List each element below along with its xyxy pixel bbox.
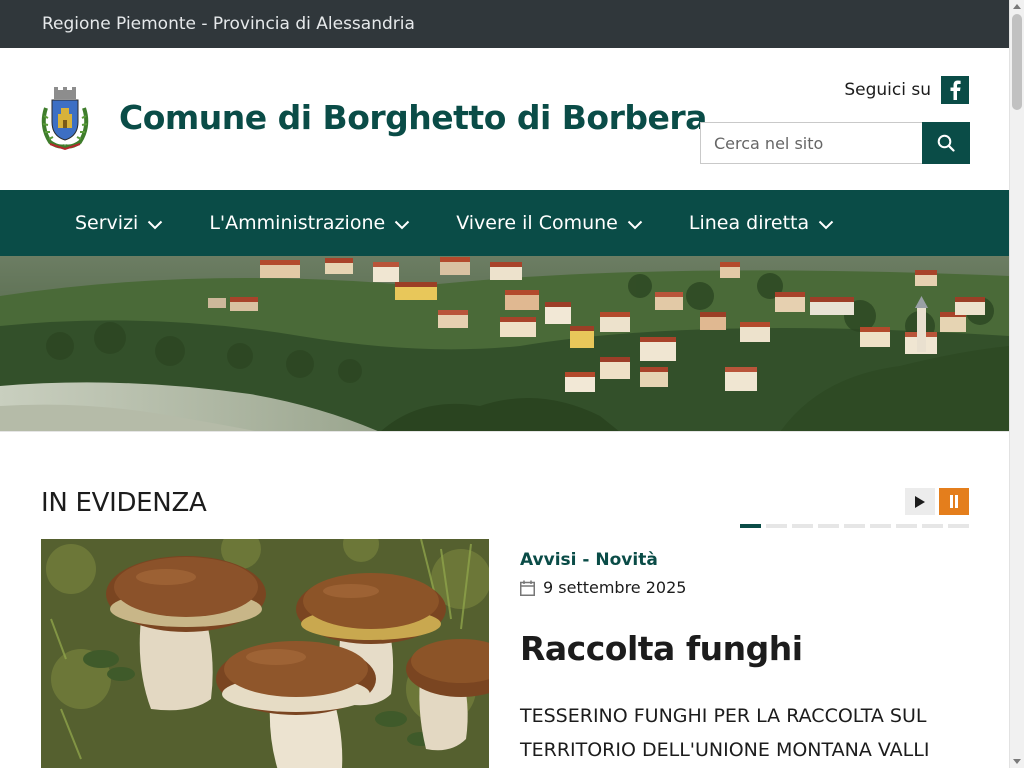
nav-item-label: Linea diretta bbox=[688, 212, 810, 234]
chevron-down-icon bbox=[627, 220, 643, 230]
section-title-highlights: IN EVIDENZA bbox=[41, 488, 207, 518]
carousel-dot[interactable] bbox=[766, 524, 787, 528]
nav-item-label: L'Amministrazione bbox=[209, 212, 386, 234]
facebook-icon bbox=[950, 80, 961, 100]
pause-icon bbox=[950, 495, 958, 508]
news-image[interactable] bbox=[41, 539, 489, 768]
carousel-dot[interactable] bbox=[844, 524, 865, 528]
carousel-pause-button[interactable] bbox=[939, 488, 969, 515]
chevron-down-icon bbox=[818, 220, 834, 230]
news-title-link[interactable]: Raccolta funghi bbox=[520, 629, 803, 668]
scroll-down-arrow-icon[interactable] bbox=[1013, 759, 1021, 764]
social-links: Seguici su bbox=[844, 76, 969, 104]
nav-item-label: Servizi bbox=[75, 212, 139, 234]
coat-of-arms-icon[interactable] bbox=[38, 86, 92, 152]
news-description: TESSERINO FUNGHI PER LA RACCOLTA SUL TER… bbox=[520, 705, 930, 761]
page-scrollbar[interactable] bbox=[1009, 0, 1024, 768]
carousel-dot[interactable] bbox=[740, 524, 761, 528]
carousel-dot[interactable] bbox=[818, 524, 839, 528]
news-category-link[interactable]: Avvisi - Novità bbox=[520, 550, 658, 570]
carousel-play-button[interactable] bbox=[905, 488, 935, 515]
site-header: Comune di Borghetto di Borbera Seguici s… bbox=[0, 48, 1009, 190]
site-title[interactable]: Comune di Borghetto di Borbera bbox=[119, 98, 707, 137]
village-panorama-image bbox=[0, 256, 1009, 431]
facebook-link[interactable] bbox=[941, 76, 969, 104]
carousel-indicators bbox=[740, 524, 969, 528]
chevron-down-icon bbox=[148, 220, 163, 230]
news-date-text: 9 settembre 2025 bbox=[543, 578, 687, 597]
chevron-down-icon bbox=[394, 220, 410, 230]
region-text[interactable]: Regione Piemonte - Provincia di Alessand… bbox=[42, 14, 415, 34]
carousel-dot[interactable] bbox=[948, 524, 969, 528]
carousel-dot[interactable] bbox=[896, 524, 917, 528]
scrollbar-thumb[interactable] bbox=[1012, 14, 1022, 110]
search-form bbox=[700, 122, 970, 164]
search-icon bbox=[937, 134, 955, 152]
main-nav: Servizi L'Amministrazione Vivere il Comu… bbox=[0, 190, 1009, 256]
nav-item-label: Vivere il Comune bbox=[456, 212, 618, 234]
carousel-dot[interactable] bbox=[922, 524, 943, 528]
carousel-dot[interactable] bbox=[870, 524, 891, 528]
mushrooms-image bbox=[41, 539, 489, 768]
hero-image bbox=[0, 256, 1009, 432]
nav-item-servizi[interactable]: Servizi bbox=[75, 212, 163, 234]
carousel-dot[interactable] bbox=[792, 524, 813, 528]
page: Regione Piemonte - Provincia di Alessand… bbox=[0, 0, 1009, 768]
carousel-controls bbox=[905, 488, 969, 515]
scroll-up-arrow-icon[interactable] bbox=[1013, 4, 1021, 9]
nav-item-linea-diretta[interactable]: Linea diretta bbox=[689, 212, 834, 234]
search-button[interactable] bbox=[922, 122, 970, 164]
search-input[interactable] bbox=[700, 122, 922, 164]
calendar-icon bbox=[520, 580, 535, 596]
news-date: 9 settembre 2025 bbox=[520, 578, 686, 597]
region-bar: Regione Piemonte - Provincia di Alessand… bbox=[0, 0, 1009, 48]
social-label: Seguici su bbox=[844, 80, 931, 100]
play-icon bbox=[915, 495, 925, 508]
nav-item-amministrazione[interactable]: L'Amministrazione bbox=[209, 212, 410, 234]
nav-item-vivere-il-comune[interactable]: Vivere il Comune bbox=[456, 212, 643, 234]
